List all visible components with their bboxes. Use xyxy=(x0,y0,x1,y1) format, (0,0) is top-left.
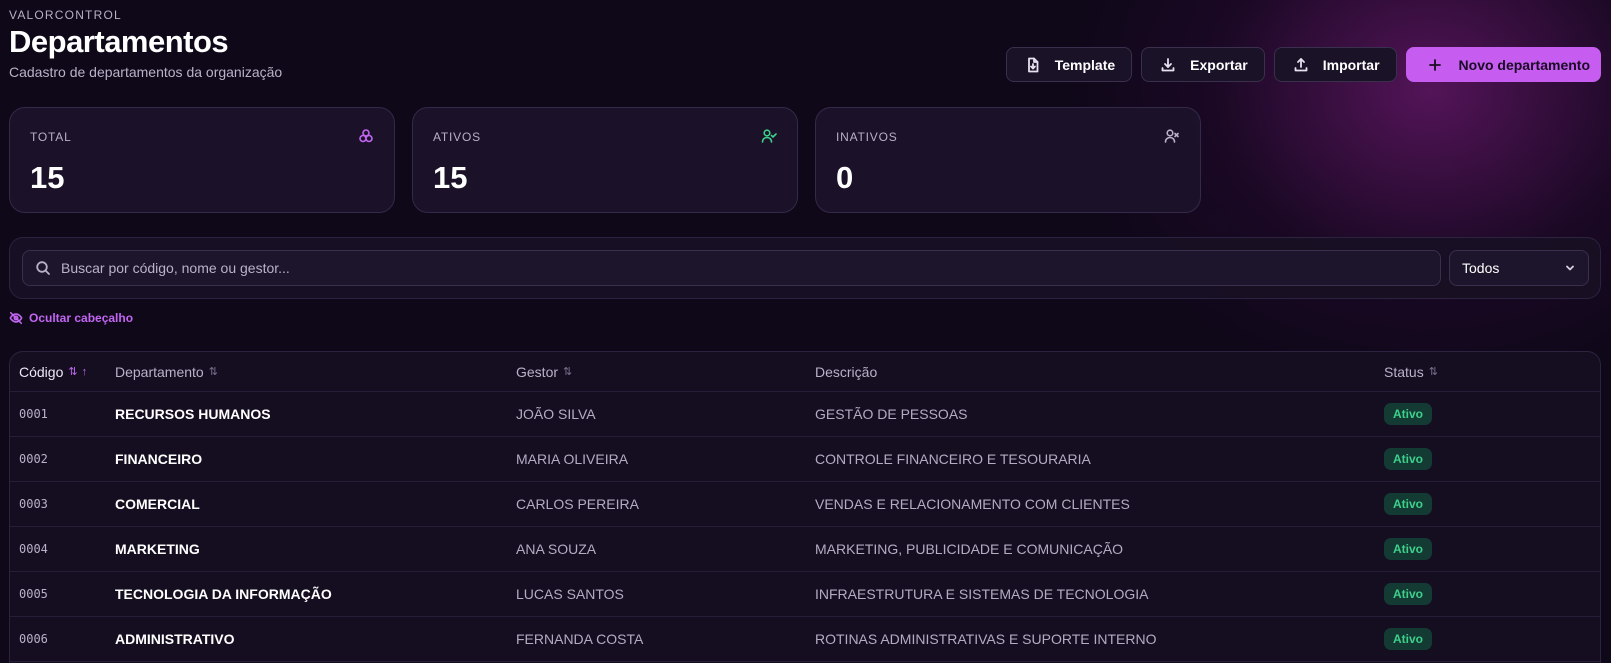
row-description: GESTÃO DE PESSOAS xyxy=(815,406,968,422)
sort-icon: ⇅ xyxy=(208,366,218,378)
search-icon xyxy=(36,261,50,275)
row-manager: ANA SOUZA xyxy=(516,541,597,557)
stat-inativos-label: INATIVOS xyxy=(836,130,898,144)
stat-inativos-value: 0 xyxy=(836,160,854,195)
brand-label: VALORCONTROL xyxy=(9,8,122,22)
table-row[interactable]: 0004 MARKETING ANA SOUZA MARKETING, PUBL… xyxy=(10,527,1600,572)
stat-card-inativos: INATIVOS 0 xyxy=(815,107,1201,213)
hide-header-label: Ocultar cabeçalho xyxy=(29,311,134,325)
row-description: MARKETING, PUBLICIDADE E COMUNICAÇÃO xyxy=(815,541,1124,557)
search-box xyxy=(22,250,1441,286)
row-manager: JOÃO SILVA xyxy=(516,406,596,422)
status-badge: Ativo xyxy=(1384,448,1432,470)
template-button-label: Template xyxy=(1054,56,1116,73)
stat-card-total: TOTAL 15 xyxy=(9,107,395,213)
row-code: 0006 xyxy=(19,632,48,646)
row-code: 0002 xyxy=(19,452,48,466)
column-header-gestor[interactable]: Gestor ⇅ xyxy=(516,352,572,391)
table-row[interactable]: 0005 TECNOLOGIA DA INFORMAÇÃO LUCAS SANT… xyxy=(10,572,1600,617)
row-code: 0003 xyxy=(19,497,48,511)
chevron-down-icon xyxy=(1566,265,1574,271)
export-button[interactable]: Exportar xyxy=(1141,47,1265,82)
upload-icon xyxy=(1294,57,1308,71)
template-button[interactable]: Template xyxy=(1005,47,1133,82)
row-description: CONTROLE FINANCEIRO E TESOURARIA xyxy=(815,451,1091,467)
download-icon xyxy=(1161,57,1175,71)
row-manager: LUCAS SANTOS xyxy=(516,586,624,602)
row-department: TECNOLOGIA DA INFORMAÇÃO xyxy=(115,586,332,602)
stat-card-ativos: ATIVOS 15 xyxy=(412,107,798,213)
column-header-descricao-label: Descrição xyxy=(815,363,878,380)
table-row[interactable]: 0001 RECURSOS HUMANOS JOÃO SILVA GESTÃO … xyxy=(10,392,1600,437)
row-manager: FERNANDA COSTA xyxy=(516,631,644,647)
sort-icon: ⇅ xyxy=(1428,366,1438,378)
row-department: MARKETING xyxy=(115,541,200,557)
row-department: COMERCIAL xyxy=(115,496,200,512)
stats-row: TOTAL 15 ATIVOS 15 INATIVOS 0 xyxy=(9,107,1201,213)
stat-total-label: TOTAL xyxy=(30,130,72,144)
new-department-button[interactable]: Novo departamento xyxy=(1405,47,1601,82)
departments-table: Código ⇅ ↑ Departamento ⇅ Gestor ⇅ Descr… xyxy=(9,351,1601,663)
column-header-codigo-label: Código xyxy=(19,363,64,380)
status-badge: Ativo xyxy=(1384,538,1432,560)
sort-ascending-icon: ↑ xyxy=(81,365,88,378)
row-description: ROTINAS ADMINISTRATIVAS E SUPORTE INTERN… xyxy=(815,631,1157,647)
status-badge: Ativo xyxy=(1384,403,1432,425)
row-description: INFRAESTRUTURA E SISTEMAS DE TECNOLOGIA xyxy=(815,586,1149,602)
sort-icon: ⇅ xyxy=(68,366,77,378)
header-actions: Template Exportar Importar Novo departam… xyxy=(1005,47,1601,82)
table-row[interactable]: 0003 COMERCIAL CARLOS PEREIRA VENDAS E R… xyxy=(10,482,1600,527)
sort-icon: ⇅ xyxy=(563,366,572,378)
eye-off-icon xyxy=(9,311,23,325)
column-header-gestor-label: Gestor xyxy=(516,363,559,380)
stat-total-value: 15 xyxy=(30,160,65,195)
import-button[interactable]: Importar xyxy=(1273,47,1397,82)
column-header-descricao: Descrição xyxy=(815,352,877,391)
user-x-icon xyxy=(1164,128,1180,144)
column-header-status-label: Status xyxy=(1384,363,1424,380)
status-filter-select[interactable]: Todos xyxy=(1449,250,1589,286)
status-badge: Ativo xyxy=(1384,493,1432,515)
table-header-row: Código ⇅ ↑ Departamento ⇅ Gestor ⇅ Descr… xyxy=(10,352,1600,392)
filter-bar: Todos xyxy=(9,237,1601,299)
row-description: VENDAS E RELACIONAMENTO COM CLIENTES xyxy=(815,496,1130,512)
search-input[interactable] xyxy=(61,260,1440,276)
layers-icon xyxy=(358,128,374,144)
row-code: 0005 xyxy=(19,587,48,601)
column-header-departamento-label: Departamento xyxy=(115,363,204,380)
table-row[interactable]: 0002 FINANCEIRO MARIA OLIVEIRA CONTROLE … xyxy=(10,437,1600,482)
page-subtitle: Cadastro de departamentos da organização xyxy=(9,64,283,80)
row-manager: CARLOS PEREIRA xyxy=(516,496,639,512)
import-button-label: Importar xyxy=(1322,56,1380,73)
column-header-codigo[interactable]: Código ⇅ ↑ xyxy=(19,352,87,391)
export-button-label: Exportar xyxy=(1190,56,1248,73)
table-row[interactable]: 0006 ADMINISTRATIVO FERNANDA COSTA ROTIN… xyxy=(10,617,1600,662)
row-department: FINANCEIRO xyxy=(115,451,203,467)
new-department-button-label: Novo departamento xyxy=(1458,56,1590,73)
stat-ativos-value: 15 xyxy=(433,160,468,195)
row-code: 0001 xyxy=(19,407,48,421)
status-filter-value: Todos xyxy=(1462,260,1500,276)
stat-ativos-label: ATIVOS xyxy=(433,130,481,144)
row-code: 0004 xyxy=(19,542,48,556)
hide-header-toggle[interactable]: Ocultar cabeçalho xyxy=(9,311,133,325)
row-department: ADMINISTRATIVO xyxy=(115,631,235,647)
plus-icon xyxy=(1428,58,1441,71)
column-header-status[interactable]: Status ⇅ xyxy=(1384,352,1438,391)
status-badge: Ativo xyxy=(1384,628,1432,650)
status-badge: Ativo xyxy=(1384,583,1432,605)
page-title: Departamentos xyxy=(9,24,229,59)
row-department: RECURSOS HUMANOS xyxy=(115,406,271,422)
user-check-icon xyxy=(761,128,777,144)
row-manager: MARIA OLIVEIRA xyxy=(516,451,629,467)
file-download-icon xyxy=(1027,57,1039,72)
column-header-departamento[interactable]: Departamento ⇅ xyxy=(115,352,218,391)
